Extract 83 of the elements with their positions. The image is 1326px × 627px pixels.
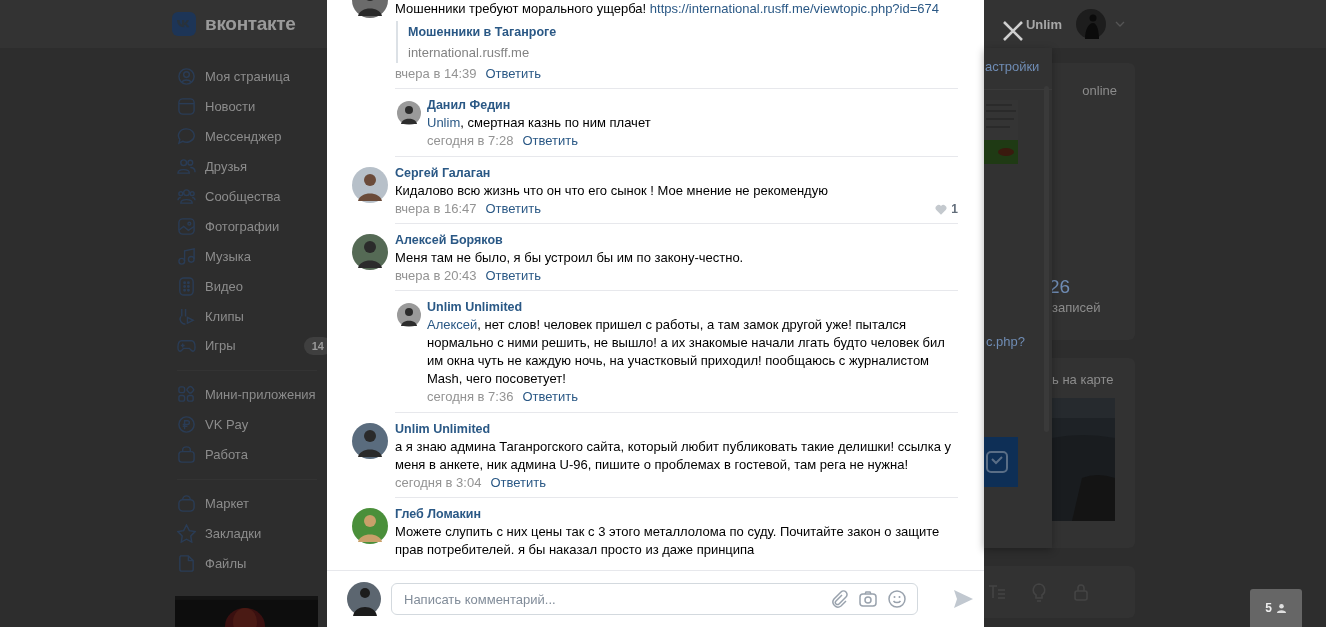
author-name[interactable]: Алексей Боряков [395,231,958,249]
avatar[interactable] [352,423,388,459]
comment-time[interactable]: вчера в 16:47 [395,200,477,218]
ruble-icon [177,415,196,435]
reply-link[interactable]: Ответить [485,267,542,285]
sidebar-item[interactable]: Работа [172,439,332,470]
sidebar-item[interactable]: Новости [172,91,332,122]
reply-link[interactable]: Ответить [522,388,578,406]
link[interactable]: https://international.rusff.me/viewtopic.php?id=674 [649,1,939,16]
sidebar-item[interactable]: Клипы [172,301,332,331]
chat-bubble-icon [177,127,196,147]
map-link[interactable]: ь на карте [1052,372,1135,387]
file-icon [177,553,196,573]
author-name[interactable]: Глеб Ломакин [395,505,958,523]
user-name[interactable]: Unlim [1025,16,1062,32]
comment-time[interactable]: сегодня в 3:04 [395,474,482,492]
comment-time[interactable]: сегодня в 7:36 [427,388,514,406]
reply-link[interactable]: Ответить [485,65,542,83]
person-icon [1275,602,1287,614]
avatar[interactable] [352,167,388,203]
comment-text: Unlim, смертная казнь по ним плачет [427,114,652,132]
link-text[interactable]: c.php? [984,334,1052,349]
people-icon [177,157,196,177]
avatar[interactable] [397,303,421,327]
chevron-down-icon[interactable] [1114,20,1126,28]
sidebar-item[interactable]: VK Pay [172,409,332,440]
calendar-icon[interactable] [984,437,1018,487]
comment-time[interactable]: вчера в 20:43 [395,267,477,285]
sidebar-item[interactable]: Видео [172,271,332,302]
clips-icon [177,306,196,326]
reply-link[interactable]: Ответить [490,474,546,492]
comment-text: а я знаю админа Таганрогского сайта, который любит публиковать такие делишки! ссылка у меня в анкете, ник админа U-96, пишите о проблемах в гостевой, там рега не нужна! [395,438,953,474]
sidebar-item[interactable]: Моя страница [172,62,332,92]
count-label: записей [1052,300,1102,315]
sidebar-item[interactable]: Друзья [172,151,332,182]
comment-text: Мошенники требуют морального ущерба! https://international.rusff.me/viewtopic.php?id=674 [395,0,940,18]
camera-icon[interactable] [858,589,878,609]
comment-text: Меня там не было, я бы устроил бы им по закону-честно. [395,249,745,267]
reply-link[interactable]: Ответить [485,200,542,218]
group-icon [177,187,196,206]
sidebar-item[interactable]: Музыка [172,241,332,272]
sidebar-item[interactable]: Маркет [172,488,332,519]
preview-domain: international.rusff.me [408,44,531,62]
briefcase-icon [177,445,196,465]
smiley-icon[interactable] [887,589,907,609]
comment-text: Алексей, нет слов! человек пришел с работы, а там замок другой уже! пытался нормально с ними решить, не вышло! а их знакомые начали лгать будто человек бил им окна чуть не каждую ночь, на участковый приходил! пообщаюсь с журналистом Mash, чего посоветует! [427,316,946,388]
author-name[interactable]: Данил Федин [427,96,958,114]
author-name[interactable]: Unlim Unlimited [395,420,958,438]
heart-icon[interactable] [935,203,948,215]
author-name[interactable]: Сергей Галаган [395,164,958,182]
star-icon [177,523,196,543]
avatar[interactable] [347,582,381,616]
film-icon [177,276,196,296]
sidebar-item[interactable]: Файлы [172,548,332,579]
comment-time[interactable]: сегодня в 7:28 [427,132,514,150]
logo-text[interactable]: вконтакте [205,13,296,35]
avatar[interactable] [352,234,388,270]
link-preview[interactable]: Мошенники в Таганроге international.rusff.me [396,21,557,63]
shopping-bag-icon [177,494,196,513]
sidebar-item[interactable]: Закладки [172,518,332,549]
comment-field[interactable]: Написать комментарий... [391,583,918,615]
comment-text: Кидалово всю жизнь что он что его сынок ! Мое мнение не рекомендую [395,182,829,200]
comment-time[interactable]: вчера в 14:39 [395,65,477,83]
image-icon [177,216,196,236]
sidebar-item[interactable]: Сообщества [172,181,332,212]
like-count: 1 [951,201,958,218]
paperclip-icon[interactable] [829,589,849,609]
sidebar-item[interactable]: Мини-приложения [172,379,332,410]
preview-title[interactable]: Мошенники в Таганроге [408,23,557,41]
status-text: online [1082,83,1117,98]
person-icon [177,67,196,87]
apps-icon [177,385,196,405]
close-icon[interactable] [1002,20,1024,42]
sidebar-item[interactable]: Фотографии [172,211,332,242]
author-name[interactable]: Unlim Unlimited [427,298,958,316]
avatar[interactable] [397,101,421,125]
sidebar-item[interactable]: Мессенджер [172,121,332,152]
reply-link[interactable]: Ответить [522,132,578,150]
send-icon[interactable] [952,588,974,610]
newspaper-icon [177,97,196,117]
comment-text: Можете слупить с них цены так с 3 этого металлолома по суду. Почитайте закон о защите прав потребителей. я бы наказал просто из даже принципа [395,523,941,559]
online-friends-button[interactable]: 5 [1250,589,1302,627]
music-note-icon [177,246,196,266]
